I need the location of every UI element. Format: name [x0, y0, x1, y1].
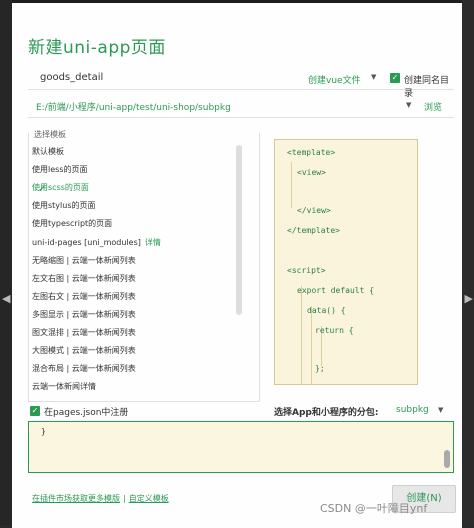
json-scrollbar[interactable] [444, 450, 450, 468]
subpackage-label: 选择App和小程序的分包: [274, 408, 379, 418]
template-item[interactable]: 使用stylus的页面 [32, 200, 96, 218]
details-link[interactable]: 详情 [145, 238, 161, 247]
code-preview: <template> <view> </view> </template> <s… [274, 139, 418, 385]
indent-guide [301, 286, 302, 384]
template-item-label: 使用less的页面 [32, 165, 88, 175]
caret-down-icon[interactable]: ▼ [438, 406, 443, 414]
template-item-label: 大图模式 | 云端一体新闻列表 [32, 346, 136, 356]
register-pages-checkbox[interactable]: ✓ [30, 406, 40, 416]
custom-template-link[interactable]: 自定义模板 [129, 494, 169, 503]
code-line: export default { [297, 286, 375, 295]
left-panel-edge [0, 0, 12, 525]
template-scrollbar[interactable] [236, 145, 242, 315]
template-item[interactable]: 默认模板 [32, 146, 64, 164]
pages-json-content: } [41, 427, 46, 436]
template-item-label: uni-id-pages [uni_modules] [32, 237, 141, 247]
path-input[interactable]: E:/前端/小程序/uni-app/test/uni-shop/subpkg [36, 100, 231, 113]
pages-json-row: ✓ 在pages.json中注册 选择App和小程序的分包: subpkg ▼ [28, 401, 454, 419]
template-item-label: 使用stylus的页面 [32, 201, 96, 211]
template-item[interactable]: uni-id-pages [uni_modules] 详情 [32, 237, 161, 255]
right-panel-edge [462, 0, 474, 525]
chevron-left-icon[interactable]: ◀ [2, 292, 10, 305]
template-item[interactable]: 使用typescript的页面 [32, 218, 112, 236]
template-item-label: 无略缩图 | 云端一体新闻列表 [32, 255, 136, 265]
watermark: CSDN @一叶障目ynf [320, 502, 428, 515]
code-line: </template> [287, 226, 340, 235]
pages-json-editor[interactable]: } [28, 421, 454, 473]
code-line: <script> [287, 266, 326, 275]
template-item-label: 多图显示 | 云端一体新闻列表 [32, 309, 136, 319]
plugin-market-link[interactable]: 在插件市场获取更多模版 [32, 494, 120, 503]
page-name-row: goods_detail 创建vue文件 ▼ ✓ 创建同名目录 [28, 67, 454, 99]
code-line: }; [315, 364, 325, 373]
caret-down-icon[interactable]: ▼ [406, 101, 411, 109]
file-type-select[interactable]: 创建vue文件 [308, 73, 361, 86]
template-item-label: 混合布局 | 云端一体新闻列表 [32, 364, 136, 374]
same-dir-checkbox[interactable]: ✓ [390, 73, 400, 83]
template-item-label: 图文混排 | 云端一体新闻列表 [32, 328, 136, 337]
separator: | [123, 494, 126, 503]
template-item[interactable]: 左文右图 | 云端一体新闻列表 [32, 273, 136, 291]
template-item[interactable]: 多图显示 | 云端一体新闻列表 [32, 309, 136, 327]
template-item[interactable]: 使用scss的页面 [32, 182, 89, 200]
template-group-label: 选择模板 [32, 129, 68, 140]
template-item[interactable]: 混合布局 | 云端一体新闻列表 [32, 363, 136, 381]
code-line: <template> [287, 148, 336, 157]
footer-links: 在插件市场获取更多模版 | 自定义模板 [32, 493, 169, 504]
subpackage-select[interactable]: subpkg [396, 405, 429, 415]
template-item-label: 默认模板 [32, 147, 64, 156]
code-line: </view> [297, 206, 331, 215]
template-item-label: 左图右文 | 云端一体新闻列表 [32, 291, 136, 301]
template-item-label: 云端一体新闻详情 [32, 382, 96, 392]
indent-guide [291, 162, 292, 208]
template-item[interactable]: 云端一体新闻详情 [32, 381, 96, 399]
path-row: E:/前端/小程序/uni-app/test/uni-shop/subpkg ▼… [28, 95, 454, 118]
template-item[interactable]: 使用less的页面 [32, 164, 87, 182]
code-line: data() { [307, 306, 346, 315]
dialog-title: 新建uni-app页面 [28, 38, 166, 58]
template-item-label: 左文右图 | 云端一体新闻列表 [32, 273, 136, 283]
template-item[interactable]: 左图右文 | 云端一体新闻列表 [32, 291, 136, 309]
browse-button[interactable]: 浏览 [424, 100, 442, 113]
template-item[interactable]: 图文混排 | 云端一体新闻列表 [32, 327, 136, 345]
template-item-label: 使用typescript的页面 [32, 219, 113, 229]
code-line: <view> [297, 168, 326, 177]
page-name-input[interactable]: goods_detail [40, 72, 103, 83]
new-page-dialog: 新建uni-app页面 goods_detail 创建vue文件 ▼ ✓ 创建同… [12, 0, 462, 528]
template-item[interactable]: 大图模式 | 云端一体新闻列表 [32, 345, 136, 363]
chevron-right-icon[interactable]: ▶ [465, 292, 473, 305]
template-item-label: 使用scss的页面 [32, 183, 89, 193]
caret-down-icon[interactable]: ▼ [371, 73, 376, 81]
template-item[interactable]: 无略缩图 | 云端一体新闻列表 [32, 255, 136, 273]
register-pages-label: 在pages.json中注册 [44, 408, 129, 418]
indent-guide [311, 306, 312, 384]
code-line: return { [315, 326, 354, 335]
